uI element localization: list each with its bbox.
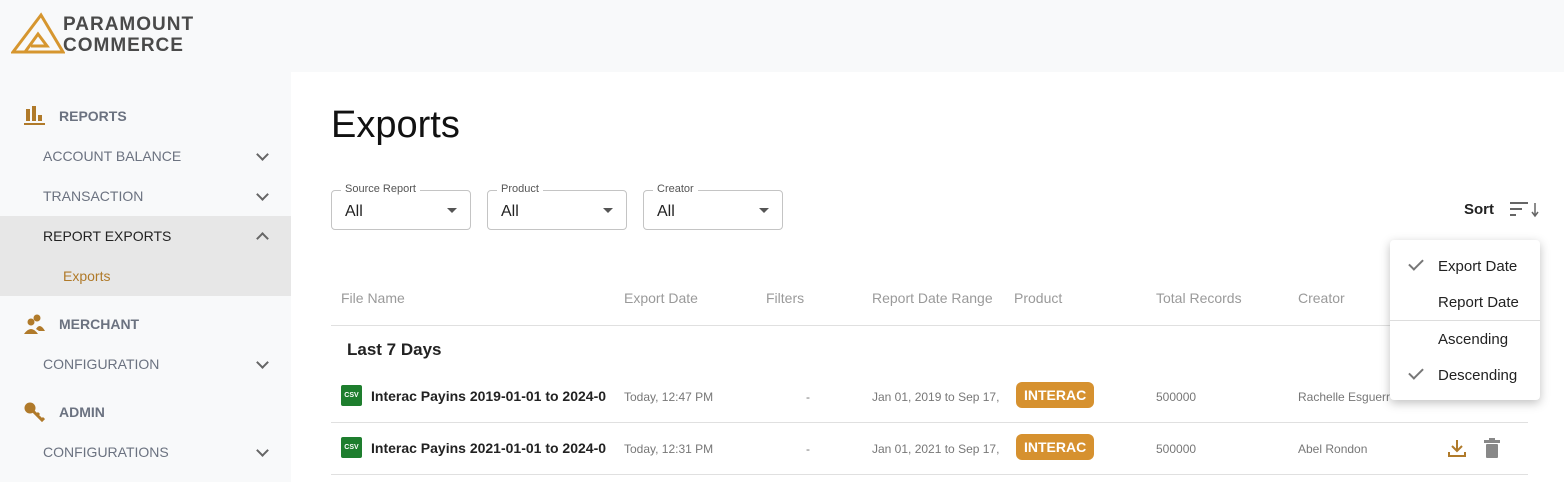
sidebar-item-label: REPORT EXPORTS — [43, 228, 172, 244]
check-icon — [1408, 255, 1424, 271]
select-value: All — [657, 203, 675, 220]
sort-option-export-date[interactable]: Export Date — [1438, 258, 1517, 275]
sidebar-merchant-label: MERCHANT — [59, 316, 140, 332]
column-header-export-date[interactable]: Export Date — [624, 290, 698, 306]
group-heading: Last 7 Days — [347, 340, 442, 359]
filters: - — [806, 390, 810, 404]
sidebar-item-label: TRANSACTION — [43, 188, 144, 204]
total-records: 500000 — [1156, 442, 1197, 456]
sidebar-item-configurations[interactable]: CONFIGURATIONS — [0, 432, 291, 472]
main-content: Exports Source Report All Product All Crea… — [291, 72, 1564, 482]
file-name: Interac Payins 2019-01-01 to 2024-0 — [371, 387, 607, 404]
select-label: Product — [497, 183, 543, 195]
product-badge: INTERAC — [1016, 382, 1095, 408]
sort-menu: Export Date Report Date Ascending Descen… — [1390, 240, 1540, 400]
sidebar-item-transaction[interactable]: TRANSACTION — [0, 176, 291, 216]
brand-line2: COMMERCE — [63, 35, 184, 56]
download-icon[interactable] — [1447, 438, 1467, 458]
check-icon — [1408, 364, 1424, 380]
key-icon — [24, 402, 45, 422]
sidebar-reports-label: REPORTS — [59, 108, 127, 124]
sidebar-section-reports: REPORTS — [24, 106, 127, 126]
sort-option-descending[interactable]: Descending — [1438, 367, 1517, 384]
sidebar-section-admin: ADMIN — [24, 402, 105, 422]
sidebar-item-label: CONFIGURATIONS — [43, 444, 169, 460]
dropdown-arrow-icon — [603, 208, 613, 213]
dropdown-arrow-icon — [447, 208, 457, 213]
sidebar-section-merchant: MERCHANT — [24, 314, 139, 334]
creator: Rachelle Esguerr — [1298, 390, 1390, 404]
chevron-down-icon — [256, 147, 269, 161]
select-value: All — [501, 203, 519, 220]
file-name: Interac Payins 2021-01-01 to 2024-0 — [371, 439, 607, 456]
export-date: Today, 12:47 PM — [624, 390, 714, 404]
column-header-report-date-range[interactable]: Report Date Range — [872, 290, 993, 306]
sidebar-item-configuration[interactable]: CONFIGURATION — [0, 344, 291, 384]
menu-divider — [1390, 320, 1540, 321]
chevron-down-icon — [256, 443, 269, 457]
csv-file-icon: CSV — [341, 437, 362, 458]
sort-option-report-date[interactable]: Report Date — [1438, 294, 1519, 311]
source-report-select[interactable]: Source Report All — [331, 183, 471, 230]
sidebar-item-label: Exports — [63, 268, 111, 284]
column-header-filters[interactable]: Filters — [766, 290, 804, 306]
sort-icon — [1510, 202, 1539, 218]
column-header-product[interactable]: Product — [1014, 290, 1062, 306]
filters: - — [806, 442, 810, 456]
chevron-down-icon — [256, 187, 269, 201]
divider — [331, 422, 1528, 423]
csv-file-icon: CSV — [341, 385, 362, 406]
export-date: Today, 12:31 PM — [624, 442, 714, 456]
creator: Abel Rondon — [1298, 442, 1368, 456]
divider — [331, 325, 1528, 326]
sidebar-item-label: CONFIGURATION — [43, 356, 160, 372]
people-icon — [24, 314, 45, 334]
report-date-range: Jan 01, 2019 to Sep 17, — [872, 390, 1000, 404]
chevron-down-icon — [256, 355, 269, 369]
sort-option-ascending[interactable]: Ascending — [1438, 331, 1508, 348]
logo-mark-icon — [11, 12, 65, 54]
select-label: Source Report — [341, 183, 420, 195]
sidebar-item-label: ACCOUNT BALANCE — [43, 148, 182, 164]
total-records: 500000 — [1156, 390, 1197, 404]
dropdown-arrow-icon — [759, 208, 769, 213]
bar-chart-icon — [24, 106, 45, 125]
sidebar-item-exports[interactable]: Exports — [0, 256, 291, 296]
sort-label: Sort — [1464, 200, 1494, 218]
product-badge: INTERAC — [1016, 434, 1095, 460]
column-header-creator[interactable]: Creator — [1298, 290, 1345, 306]
report-date-range: Jan 01, 2021 to Sep 17, — [872, 442, 1000, 456]
sidebar-item-account-balance[interactable]: ACCOUNT BALANCE — [0, 136, 291, 176]
chevron-up-icon — [256, 231, 269, 245]
column-header-total-records[interactable]: Total Records — [1156, 290, 1242, 306]
brand-line1: PARAMOUNT — [63, 14, 195, 35]
column-header-file-name[interactable]: File Name — [341, 290, 405, 306]
sidebar-admin-label: ADMIN — [59, 404, 105, 420]
product-select[interactable]: Product All — [487, 183, 627, 230]
select-label: Creator — [653, 183, 698, 195]
delete-icon[interactable] — [1484, 438, 1500, 458]
sidebar-item-report-exports[interactable]: REPORT EXPORTS — [0, 216, 291, 256]
page-title: Exports — [331, 104, 460, 146]
creator-select[interactable]: Creator All — [643, 183, 783, 230]
sort-button[interactable]: Sort — [1464, 200, 1540, 218]
divider — [331, 474, 1528, 475]
select-value: All — [345, 203, 363, 220]
